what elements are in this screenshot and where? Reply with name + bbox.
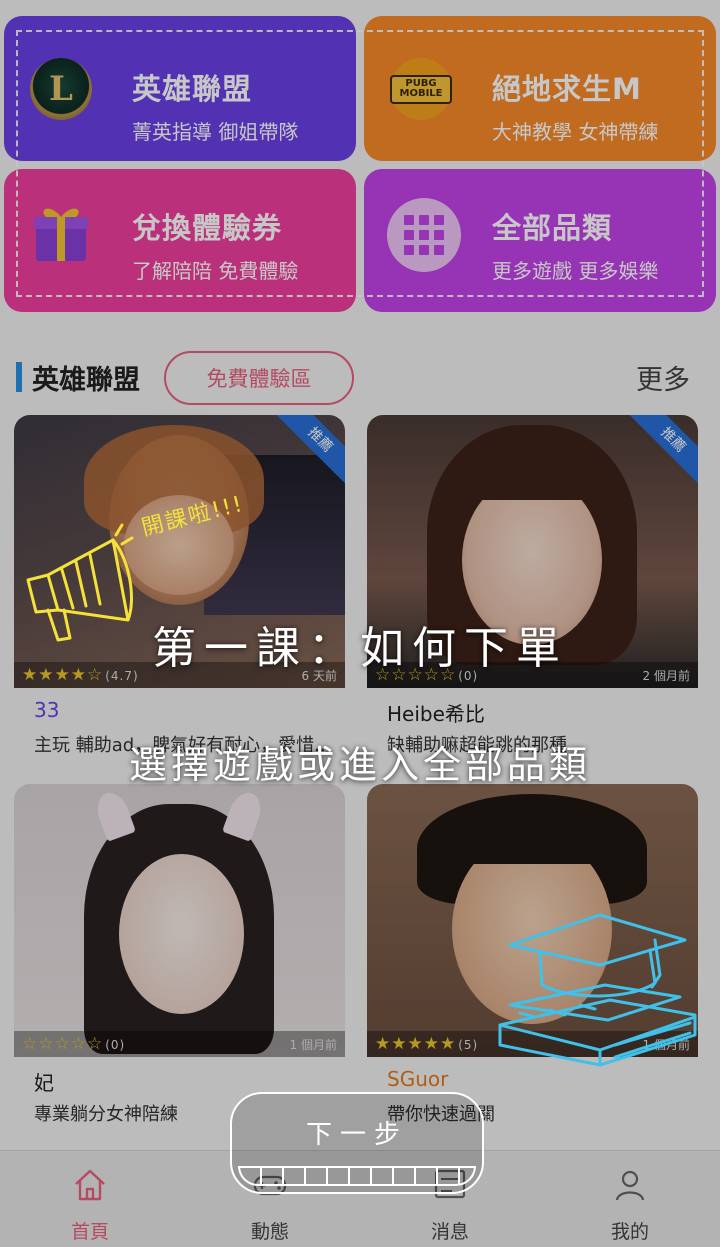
- post-time: 1 個月前: [289, 1037, 337, 1052]
- category-subtitle: 菁英指導 御姐帶隊: [132, 120, 299, 144]
- tutorial-instruction: 選擇遊戲或進入全部品類: [128, 743, 591, 787]
- category-redeem-voucher[interactable]: 兌換體驗券 了解陪陪 免費體驗: [4, 169, 356, 312]
- gift-icon: [26, 197, 96, 267]
- category-title: 兌換體驗券: [132, 211, 283, 245]
- category-lol[interactable]: L 英雄聯盟 菁英指導 御姐帶隊: [4, 16, 356, 161]
- star-rating: ☆☆☆☆☆ (0): [22, 1034, 126, 1054]
- next-step-label: 下一步: [305, 1120, 408, 1150]
- star-rating: ★★★★★ (5): [375, 1034, 479, 1054]
- category-subtitle: 更多遊戲 更多娛樂: [492, 259, 659, 283]
- category-title: 英雄聯盟: [132, 72, 253, 106]
- section-accent-bar: [16, 362, 22, 392]
- nav-label: 我的: [610, 1221, 649, 1243]
- lol-icon: L: [26, 54, 96, 124]
- user-icon: [615, 1170, 645, 1201]
- tutorial-heading: 第一課：如何下單: [152, 623, 568, 674]
- companion-name: 33: [34, 698, 60, 722]
- graduation-books-icon: [498, 913, 697, 1067]
- category-title: 絕地求生M: [492, 72, 642, 106]
- category-pubg-mobile[interactable]: PUBG MOBILE 絕地求生M 大神教學 女神帶練: [364, 16, 716, 161]
- nav-label: 消息: [430, 1221, 469, 1243]
- rating-bar: ☆☆☆☆☆ (0) 1 個月前: [14, 1031, 345, 1057]
- companion-name: Heibe希比: [387, 702, 485, 726]
- category-all[interactable]: 全部品類 更多遊戲 更多娛樂: [364, 169, 716, 312]
- category-subtitle: 了解陪陪 免費體驗: [132, 259, 299, 283]
- pubg-mobile-icon: PUBG MOBILE: [386, 54, 456, 124]
- rating-count: (5): [458, 1038, 479, 1052]
- category-subtitle: 大神教學 女神帶練: [492, 120, 659, 144]
- free-zone-button[interactable]: 免費體驗區: [164, 351, 354, 405]
- more-link[interactable]: 更多: [636, 358, 690, 397]
- section-title: 英雄聯盟: [32, 365, 140, 396]
- nav-label: 動態: [250, 1221, 289, 1243]
- pubg-logo-text: PUBG MOBILE: [390, 74, 452, 104]
- companion-photo: ☆☆☆☆☆ (0) 1 個月前: [14, 784, 345, 1057]
- home-icon: [75, 1169, 105, 1201]
- next-step-button[interactable]: 下一步: [230, 1092, 484, 1194]
- recommend-badge: 推薦: [624, 415, 698, 489]
- grid-icon: [386, 197, 462, 273]
- companion-name: SGuor: [387, 1067, 449, 1091]
- companion-name: 妃: [34, 1071, 54, 1095]
- nav-home[interactable]: 首頁: [0, 1151, 180, 1247]
- button-ruler-decoration: [238, 1166, 476, 1186]
- category-title: 全部品類: [492, 211, 613, 245]
- nav-label: 首頁: [70, 1221, 109, 1243]
- nav-profile[interactable]: 我的: [540, 1151, 720, 1247]
- rating-count: (0): [105, 1038, 126, 1052]
